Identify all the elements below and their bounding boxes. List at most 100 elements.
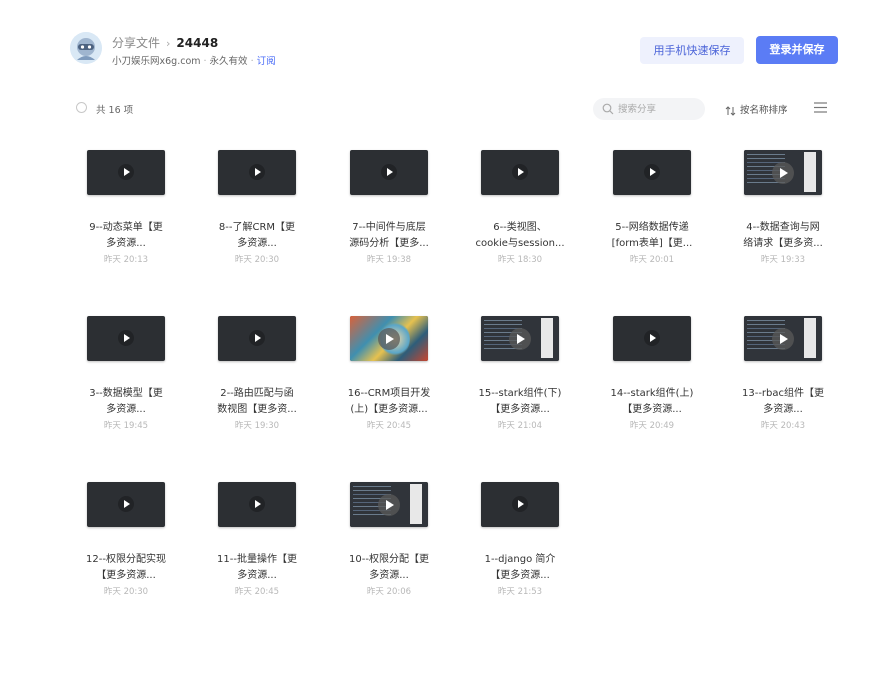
- file-name[interactable]: 7--中间件与底层 源码分析【更多...: [335, 220, 443, 252]
- search-input[interactable]: [618, 98, 700, 120]
- video-thumbnail[interactable]: [87, 150, 165, 195]
- user-avatar-icon: [70, 32, 102, 64]
- video-thumbnail[interactable]: [218, 316, 296, 361]
- file-card[interactable]: 14--stark组件(上) 【更多资源... 昨天 20:49: [606, 306, 698, 436]
- file-time: 昨天 20:49: [629, 421, 675, 431]
- breadcrumb-share-files[interactable]: 分享文件: [112, 36, 160, 50]
- video-thumbnail[interactable]: [613, 150, 691, 195]
- play-icon: [249, 496, 265, 512]
- file-card[interactable]: 2--路由匹配与函 数视图【更多资... 昨天 19:30: [211, 306, 303, 436]
- sort-by-name-button[interactable]: 按名称排序: [725, 102, 788, 116]
- video-thumbnail[interactable]: [350, 482, 428, 527]
- phone-quick-save-button[interactable]: 用手机快速保存: [640, 37, 744, 64]
- file-name-line: 多资源...: [237, 570, 277, 581]
- play-icon: [249, 164, 265, 180]
- file-name[interactable]: 5--网络数据传递 [form表单]【更...: [598, 220, 706, 252]
- subscribe-link[interactable]: 订阅: [257, 56, 276, 67]
- file-name[interactable]: 12--权限分配实现 【更多资源...: [72, 552, 180, 584]
- file-name-line: 多资源...: [763, 404, 803, 415]
- file-name[interactable]: 1--django 简介 【更多资源...: [466, 552, 574, 584]
- file-card[interactable]: 10--权限分配【更 多资源... 昨天 20:06: [343, 472, 435, 602]
- file-name-line: 络请求【更多资...: [743, 238, 823, 249]
- file-card[interactable]: 1--django 简介 【更多资源... 昨天 21:53: [474, 472, 566, 602]
- file-name[interactable]: 13--rbac组件【更 多资源...: [729, 386, 837, 418]
- file-time: 昨天 20:45: [366, 421, 412, 431]
- file-card[interactable]: 15--stark组件(下) 【更多资源... 昨天 21:04: [474, 306, 566, 436]
- breadcrumb-separator: ›: [166, 37, 171, 50]
- file-name-line: 多资源...: [237, 238, 277, 249]
- file-name[interactable]: 15--stark组件(下) 【更多资源...: [466, 386, 574, 418]
- file-card[interactable]: 11--批量操作【更 多资源... 昨天 20:45: [211, 472, 303, 602]
- search-box[interactable]: [593, 98, 705, 120]
- video-thumbnail[interactable]: [744, 150, 822, 195]
- file-name-line: cookie与session...: [475, 238, 565, 249]
- file-time: 昨天 21:04: [497, 421, 543, 431]
- file-name[interactable]: 2--路由匹配与函 数视图【更多资...: [203, 386, 311, 418]
- file-card[interactable]: 8--了解CRM【更 多资源... 昨天 20:30: [211, 140, 303, 270]
- file-name-line: [form表单]【更...: [611, 238, 693, 249]
- file-name-line: 多资源...: [106, 238, 146, 249]
- file-name[interactable]: 6--类视图、 cookie与session...: [466, 220, 574, 252]
- file-name-line: 11--批量操作【更: [217, 554, 297, 565]
- video-thumbnail[interactable]: [613, 316, 691, 361]
- video-thumbnail[interactable]: [87, 316, 165, 361]
- file-card[interactable]: 13--rbac组件【更 多资源... 昨天 20:43: [737, 306, 829, 436]
- file-card[interactable]: 9--动态菜单【更 多资源... 昨天 20:13: [80, 140, 172, 270]
- select-all-checkbox[interactable]: [76, 102, 87, 113]
- share-header: 分享文件 › 24448 小刀娱乐网x6g.com · 永久有效 · 订阅 用手机快速保存 …: [70, 32, 838, 72]
- file-name-line: 10--权限分配【更: [349, 554, 429, 565]
- file-time: 昨天 20:30: [234, 255, 280, 265]
- sort-arrows-icon: [725, 105, 736, 116]
- video-thumbnail[interactable]: [87, 482, 165, 527]
- video-thumbnail[interactable]: [350, 316, 428, 361]
- file-name[interactable]: 8--了解CRM【更 多资源...: [203, 220, 311, 252]
- file-name-line: 【更多资源...: [490, 570, 550, 581]
- file-card[interactable]: 12--权限分配实现 【更多资源... 昨天 20:30: [80, 472, 172, 602]
- list-view-icon[interactable]: [814, 102, 827, 113]
- file-card[interactable]: 16--CRM项目开发 (上)【更多资源... 昨天 20:45: [343, 306, 435, 436]
- thumbnail-detail: [804, 152, 816, 192]
- meta-dot: ·: [203, 56, 207, 67]
- video-thumbnail[interactable]: [218, 150, 296, 195]
- file-time: 昨天 20:43: [760, 421, 806, 431]
- video-thumbnail[interactable]: [481, 316, 559, 361]
- file-time: 昨天 20:30: [103, 587, 149, 597]
- thumbnail-detail: [353, 486, 391, 487]
- play-icon: [509, 328, 531, 350]
- breadcrumb: 分享文件 › 24448: [112, 34, 218, 51]
- file-name-line: 【更多资源...: [490, 404, 550, 415]
- file-name-line: 15--stark组件(下): [478, 388, 562, 399]
- play-icon: [512, 496, 528, 512]
- play-icon: [644, 330, 660, 346]
- video-thumbnail[interactable]: [481, 482, 559, 527]
- file-name-line: 13--rbac组件【更: [741, 388, 825, 399]
- file-name-line: 14--stark组件(上): [610, 388, 694, 399]
- video-thumbnail[interactable]: [744, 316, 822, 361]
- thumbnail-detail: [541, 318, 553, 358]
- file-name-line: 8--了解CRM【更: [218, 222, 296, 233]
- file-name-line: (上)【更多资源...: [350, 404, 428, 415]
- item-count: 共 16 项: [96, 105, 134, 116]
- video-thumbnail[interactable]: [350, 150, 428, 195]
- video-thumbnail[interactable]: [218, 482, 296, 527]
- file-name-line: 6--类视图、: [493, 222, 547, 233]
- file-name[interactable]: 14--stark组件(上) 【更多资源...: [598, 386, 706, 418]
- file-name[interactable]: 10--权限分配【更 多资源...: [335, 552, 443, 584]
- file-time: 昨天 20:13: [103, 255, 149, 265]
- file-name-line: 多资源...: [106, 404, 146, 415]
- video-thumbnail[interactable]: [481, 150, 559, 195]
- file-card[interactable]: 5--网络数据传递 [form表单]【更... 昨天 20:01: [606, 140, 698, 270]
- file-name[interactable]: 9--动态菜单【更 多资源...: [72, 220, 180, 252]
- file-card[interactable]: 3--数据模型【更 多资源... 昨天 19:45: [80, 306, 172, 436]
- file-card[interactable]: 6--类视图、 cookie与session... 昨天 18:30: [474, 140, 566, 270]
- login-save-button[interactable]: 登录并保存: [756, 36, 838, 64]
- file-name[interactable]: 3--数据模型【更 多资源...: [72, 386, 180, 418]
- file-name[interactable]: 16--CRM项目开发 (上)【更多资源...: [335, 386, 443, 418]
- file-card[interactable]: 7--中间件与底层 源码分析【更多... 昨天 19:38: [343, 140, 435, 270]
- file-name[interactable]: 4--数据查询与网 络请求【更多资...: [729, 220, 837, 252]
- file-name-line: 【更多资源...: [622, 404, 682, 415]
- file-name-line: 4--数据查询与网: [746, 222, 820, 233]
- file-card[interactable]: 4--数据查询与网 络请求【更多资... 昨天 19:33: [737, 140, 829, 270]
- file-time: 昨天 20:06: [366, 587, 412, 597]
- file-name[interactable]: 11--批量操作【更 多资源...: [203, 552, 311, 584]
